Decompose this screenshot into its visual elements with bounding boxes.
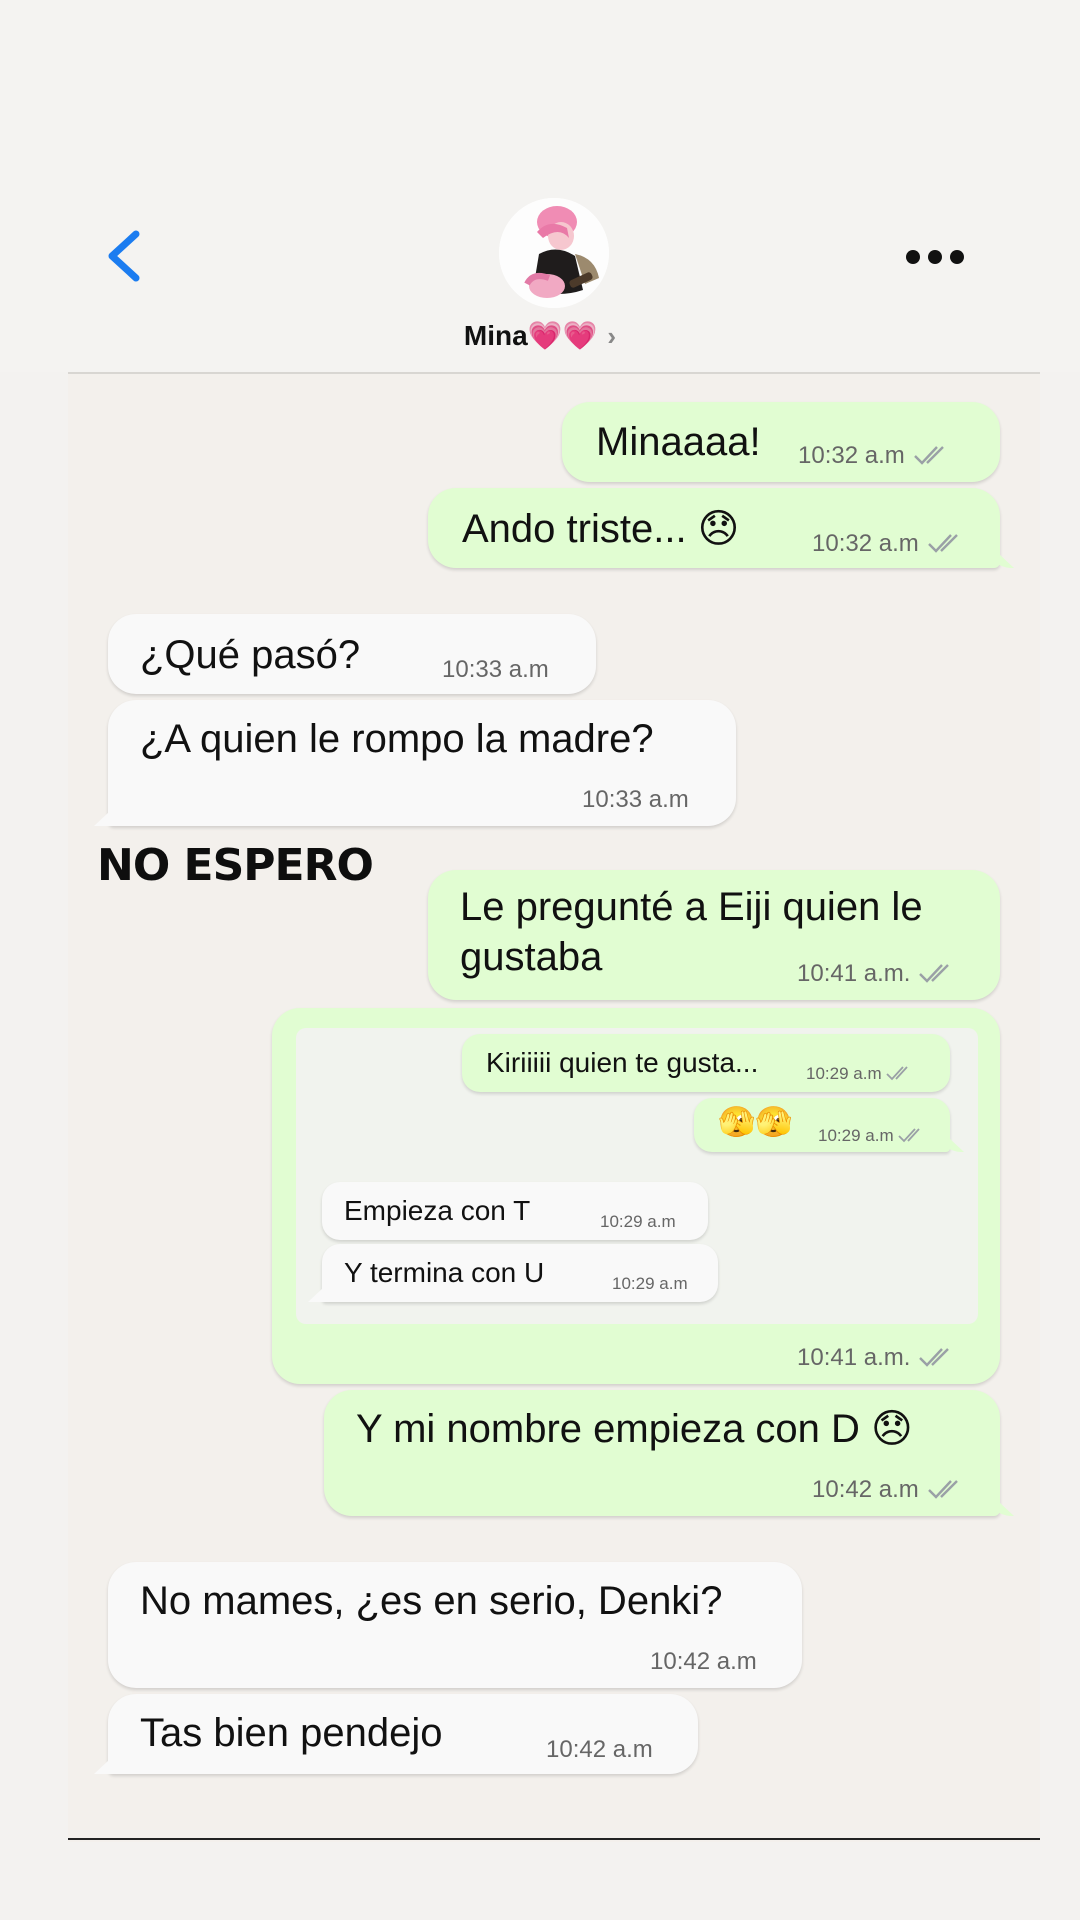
message-time: 10:33 a.m: [442, 656, 549, 683]
double-check-icon: [885, 1066, 908, 1081]
message-time: 10:32 a.m: [798, 442, 953, 470]
message-text: Minaaaa!: [596, 420, 761, 464]
message-text: No mames, ¿es en serio, Denki?: [140, 1579, 723, 1623]
double-check-icon: [897, 1128, 920, 1143]
embedded-message-time: 10:29 a.m: [818, 1126, 926, 1146]
embedded-message-time: 10:29 a.m: [612, 1274, 688, 1293]
message-time: 10:42 a.m: [546, 1736, 653, 1763]
embedded-bubble-outgoing: Kiriiiii quien te gusta... 10:29 a.m: [462, 1034, 950, 1092]
message-bubble-incoming[interactable]: ¿Qué pasó? 10:33 a.m: [108, 614, 596, 694]
chat-header: Mina💗💗 ›: [0, 0, 1080, 372]
message-time: 10:41 a.m.: [797, 1344, 958, 1372]
embedded-message-text: Y termina con U: [344, 1257, 545, 1288]
message-time: 10:42 a.m: [812, 1476, 967, 1504]
message-bubble-outgoing[interactable]: Y mi nombre empieza con D 😞 10:42 a.m: [324, 1390, 1000, 1516]
message-bubble-outgoing[interactable]: Le pregunté a Eiji quien le gustaba 10:4…: [428, 870, 1000, 1000]
message-text: ¿A quien le rompo la madre?: [140, 717, 654, 761]
embedded-message-time: 10:29 a.m: [600, 1212, 676, 1231]
embedded-bubble-outgoing: 🫣🫣 10:29 a.m: [694, 1098, 950, 1152]
double-check-icon: [927, 534, 958, 553]
embedded-screenshot[interactable]: Kiriiiii quien te gusta... 10:29 a.m 🫣🫣 …: [296, 1028, 978, 1324]
message-text-line: Le pregunté a Eiji quien le: [460, 885, 923, 929]
message-bubble-incoming[interactable]: ¿A quien le rompo la madre? 10:33 a.m: [108, 700, 736, 826]
message-text: Tas bien pendejo: [140, 1711, 443, 1755]
message-time: 10:41 a.m.: [797, 960, 958, 988]
message-time: 10:32 a.m: [812, 530, 967, 558]
double-check-icon: [919, 964, 950, 983]
contact-name-label: Mina💗💗: [463, 320, 598, 351]
message-time: 10:33 a.m: [582, 786, 689, 813]
annotation-text: NO ESPERO: [97, 840, 374, 891]
message-text: Y mi nombre empieza con D 😞: [356, 1407, 913, 1451]
message-bubble-incoming[interactable]: Tas bien pendejo 10:42 a.m: [108, 1694, 698, 1774]
message-text-line: gustaba: [460, 935, 603, 979]
message-text: Ando triste... 😞: [462, 507, 740, 551]
double-check-icon: [919, 1348, 950, 1367]
embedded-message-text: Kiriiiii quien te gusta...: [486, 1047, 759, 1078]
message-time: 10:42 a.m: [650, 1648, 757, 1675]
more-dots-icon[interactable]: [906, 246, 964, 266]
double-check-icon: [927, 1480, 958, 1499]
message-bubble-incoming[interactable]: No mames, ¿es en serio, Denki? 10:42 a.m: [108, 1562, 802, 1688]
bottom-divider: [68, 1838, 1040, 1840]
embedded-message-time: 10:29 a.m: [806, 1064, 914, 1084]
message-bubble-outgoing[interactable]: Ando triste... 😞 10:32 a.m: [428, 488, 1000, 568]
contact-name[interactable]: Mina💗💗 ›: [0, 316, 1080, 356]
embedded-message-text: 🫣🫣: [718, 1106, 793, 1139]
embedded-bubble-incoming: Y termina con U 10:29 a.m: [322, 1244, 718, 1302]
embedded-bubble-incoming: Empieza con T 10:29 a.m: [322, 1182, 708, 1240]
embedded-message-text: Empieza con T: [344, 1195, 531, 1226]
message-bubble-outgoing[interactable]: Minaaaa! 10:32 a.m: [562, 402, 1000, 482]
chevron-right-icon: ›: [607, 321, 617, 351]
double-check-icon: [913, 446, 944, 465]
avatar[interactable]: [499, 198, 609, 308]
chevron-left-icon[interactable]: [102, 228, 146, 284]
message-text: ¿Qué pasó?: [140, 633, 361, 677]
